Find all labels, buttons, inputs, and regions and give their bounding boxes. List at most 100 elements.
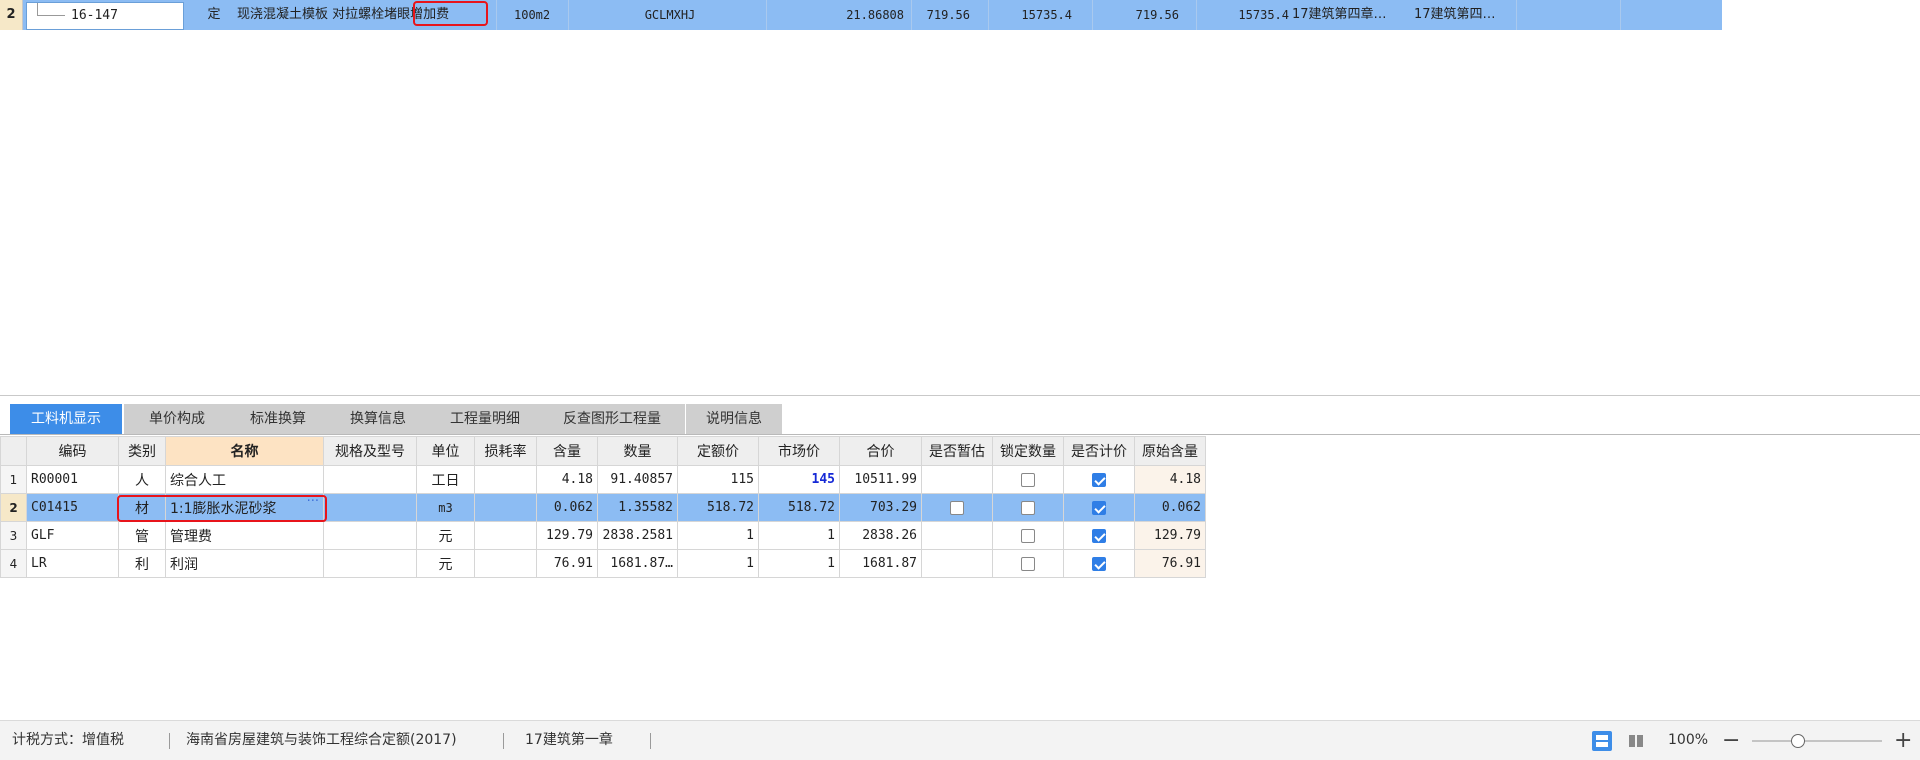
loss-cell[interactable] — [474, 521, 537, 550]
unit-cell[interactable]: 元 — [416, 521, 475, 550]
type-cell[interactable]: 管 — [118, 521, 166, 550]
estimate-checkbox[interactable] — [950, 500, 964, 515]
header-lock-quantity[interactable]: 锁定数量 — [992, 436, 1064, 466]
priced-checkbox[interactable] — [1092, 556, 1106, 571]
header-spec[interactable]: 规格及型号 — [323, 436, 417, 466]
table-row[interactable]: 1 R00001 人 综合人工 工日 4.18 91.40857 115 145… — [0, 465, 1206, 494]
name-cell[interactable]: 综合人工 — [165, 465, 324, 494]
quota-price-cell[interactable]: 1 — [677, 549, 759, 578]
header-market-price[interactable]: 市场价 — [758, 436, 840, 466]
quantity-cell[interactable]: 91.40857 — [597, 465, 678, 494]
code-cell[interactable]: GLF — [26, 521, 119, 550]
unit-cell[interactable]: 元 — [416, 549, 475, 578]
header-name[interactable]: 名称 — [165, 436, 324, 466]
chapter-cell[interactable]: 17建筑第四章… — [1292, 0, 1408, 30]
quota-price-cell[interactable]: 1 — [677, 521, 759, 550]
row-number: 2 — [0, 0, 23, 30]
priced-checkbox[interactable] — [1092, 528, 1106, 543]
priced-checkbox[interactable] — [1092, 500, 1106, 515]
view-mode-split-icon[interactable] — [1626, 731, 1646, 751]
zoom-out-icon[interactable]: − — [1722, 721, 1740, 760]
quantity-cell[interactable]: 1.35582 — [597, 493, 678, 522]
estimate-cell — [921, 465, 993, 494]
quota-price-cell[interactable]: 115 — [677, 465, 759, 494]
type-cell[interactable]: 定 — [202, 0, 226, 30]
loss-cell[interactable] — [474, 549, 537, 578]
quantity-cell[interactable]: 1681.87… — [597, 549, 678, 578]
quantity-cell[interactable]: 21.86808 — [770, 0, 904, 30]
header-type[interactable]: 类别 — [118, 436, 166, 466]
tab-standard-conversion[interactable]: 标准换算 — [225, 404, 331, 434]
panel-splitter[interactable] — [0, 395, 1920, 396]
header-is-priced[interactable]: 是否计价 — [1063, 436, 1135, 466]
header-original-content[interactable]: 原始含量 — [1134, 436, 1206, 466]
priced-checkbox[interactable] — [1092, 472, 1106, 487]
header-quantity[interactable]: 数量 — [597, 436, 678, 466]
header-corner[interactable] — [0, 436, 27, 466]
content-cell[interactable]: 129.79 — [536, 521, 598, 550]
unit-cell[interactable]: m3 — [416, 493, 475, 522]
zoom-in-icon[interactable]: + — [1894, 721, 1912, 760]
code-cell[interactable]: LR — [26, 549, 119, 578]
total-cell: 10511.99 — [839, 465, 922, 494]
market-price-cell[interactable]: 1 — [758, 549, 840, 578]
header-unit[interactable]: 单位 — [416, 436, 475, 466]
header-loss-rate[interactable]: 损耗率 — [474, 436, 537, 466]
total-2-cell[interactable]: 15735.4 — [1197, 0, 1289, 30]
unit-price-cell[interactable]: 719.56 — [912, 0, 970, 30]
lock-checkbox[interactable] — [1021, 472, 1035, 487]
content-cell[interactable]: 0.062 — [536, 493, 598, 522]
market-price-cell[interactable]: 1 — [758, 521, 840, 550]
spec-cell[interactable] — [323, 549, 417, 578]
header-code[interactable]: 编码 — [26, 436, 119, 466]
spec-cell[interactable] — [323, 521, 417, 550]
current-chapter[interactable]: 17建筑第一章 — [525, 721, 613, 760]
header-content[interactable]: 含量 — [536, 436, 598, 466]
tab-unit-price-composition[interactable]: 单价构成 — [124, 404, 230, 434]
type-cell[interactable]: 利 — [118, 549, 166, 578]
tab-labor-material-machine[interactable]: 工料机显示 — [10, 404, 122, 434]
header-quota-price[interactable]: 定额价 — [677, 436, 759, 466]
tab-quantity-detail[interactable]: 工程量明细 — [425, 404, 545, 434]
unit-price-2-cell[interactable]: 719.56 — [1093, 0, 1179, 30]
header-total[interactable]: 合价 — [839, 436, 922, 466]
estimate-cell — [921, 493, 993, 522]
market-price-cell[interactable]: 145 — [758, 465, 840, 494]
table-row[interactable]: 3 GLF 管 管理费 元 129.79 2838.2581 1 1 2838.… — [0, 521, 1206, 550]
table-row[interactable]: 4 LR 利 利润 元 76.91 1681.87… 1 1 1681.87 7… — [0, 549, 1206, 578]
tab-reverse-graphic-quantity[interactable]: 反查图形工程量 — [539, 404, 685, 434]
quantity-cell[interactable]: 2838.2581 — [597, 521, 678, 550]
tab-description-info[interactable]: 说明信息 — [686, 404, 782, 434]
name-cell[interactable]: 管理费 — [165, 521, 324, 550]
loss-cell[interactable] — [474, 493, 537, 522]
unit-cell[interactable]: 100m2 — [514, 0, 574, 30]
lock-checkbox[interactable] — [1021, 556, 1035, 571]
header-is-estimate[interactable]: 是否暂估 — [921, 436, 993, 466]
zoom-slider-handle[interactable] — [1791, 734, 1805, 748]
market-price-cell[interactable]: 518.72 — [758, 493, 840, 522]
chapter-2-cell[interactable]: 17建筑第四… — [1414, 0, 1506, 30]
content-cell[interactable]: 76.91 — [536, 549, 598, 578]
type-cell[interactable]: 人 — [118, 465, 166, 494]
code-cell[interactable]: R00001 — [26, 465, 119, 494]
spec-cell[interactable] — [323, 465, 417, 494]
formula-cell[interactable]: GCLMXHJ — [600, 0, 740, 30]
name-cell[interactable]: 利润 — [165, 549, 324, 578]
content-cell[interactable]: 4.18 — [536, 465, 598, 494]
total-cell[interactable]: 15735.4 — [990, 0, 1072, 30]
spec-cell[interactable] — [323, 493, 417, 522]
quota-library[interactable]: 海南省房屋建筑与装饰工程综合定额(2017) — [186, 721, 457, 760]
loss-cell[interactable] — [474, 465, 537, 494]
top-selected-row[interactable]: 2 16-147 定 现浇混凝土模板 对拉螺栓堵眼增加费 100m2 GCLMX… — [0, 0, 1722, 30]
lock-checkbox[interactable] — [1021, 528, 1035, 543]
view-mode-stacked-icon[interactable] — [1592, 731, 1612, 751]
tab-conversion-info[interactable]: 换算信息 — [325, 404, 431, 434]
code-cell[interactable]: C01415 — [26, 493, 119, 522]
quota-price-cell[interactable]: 518.72 — [677, 493, 759, 522]
priced-cell — [1063, 521, 1135, 550]
code-cell[interactable]: 16-147 — [26, 2, 184, 30]
zoom-slider-track[interactable] — [1752, 740, 1882, 742]
lock-checkbox[interactable] — [1021, 500, 1035, 515]
original-content-cell: 4.18 — [1134, 465, 1206, 494]
unit-cell[interactable]: 工日 — [416, 465, 475, 494]
